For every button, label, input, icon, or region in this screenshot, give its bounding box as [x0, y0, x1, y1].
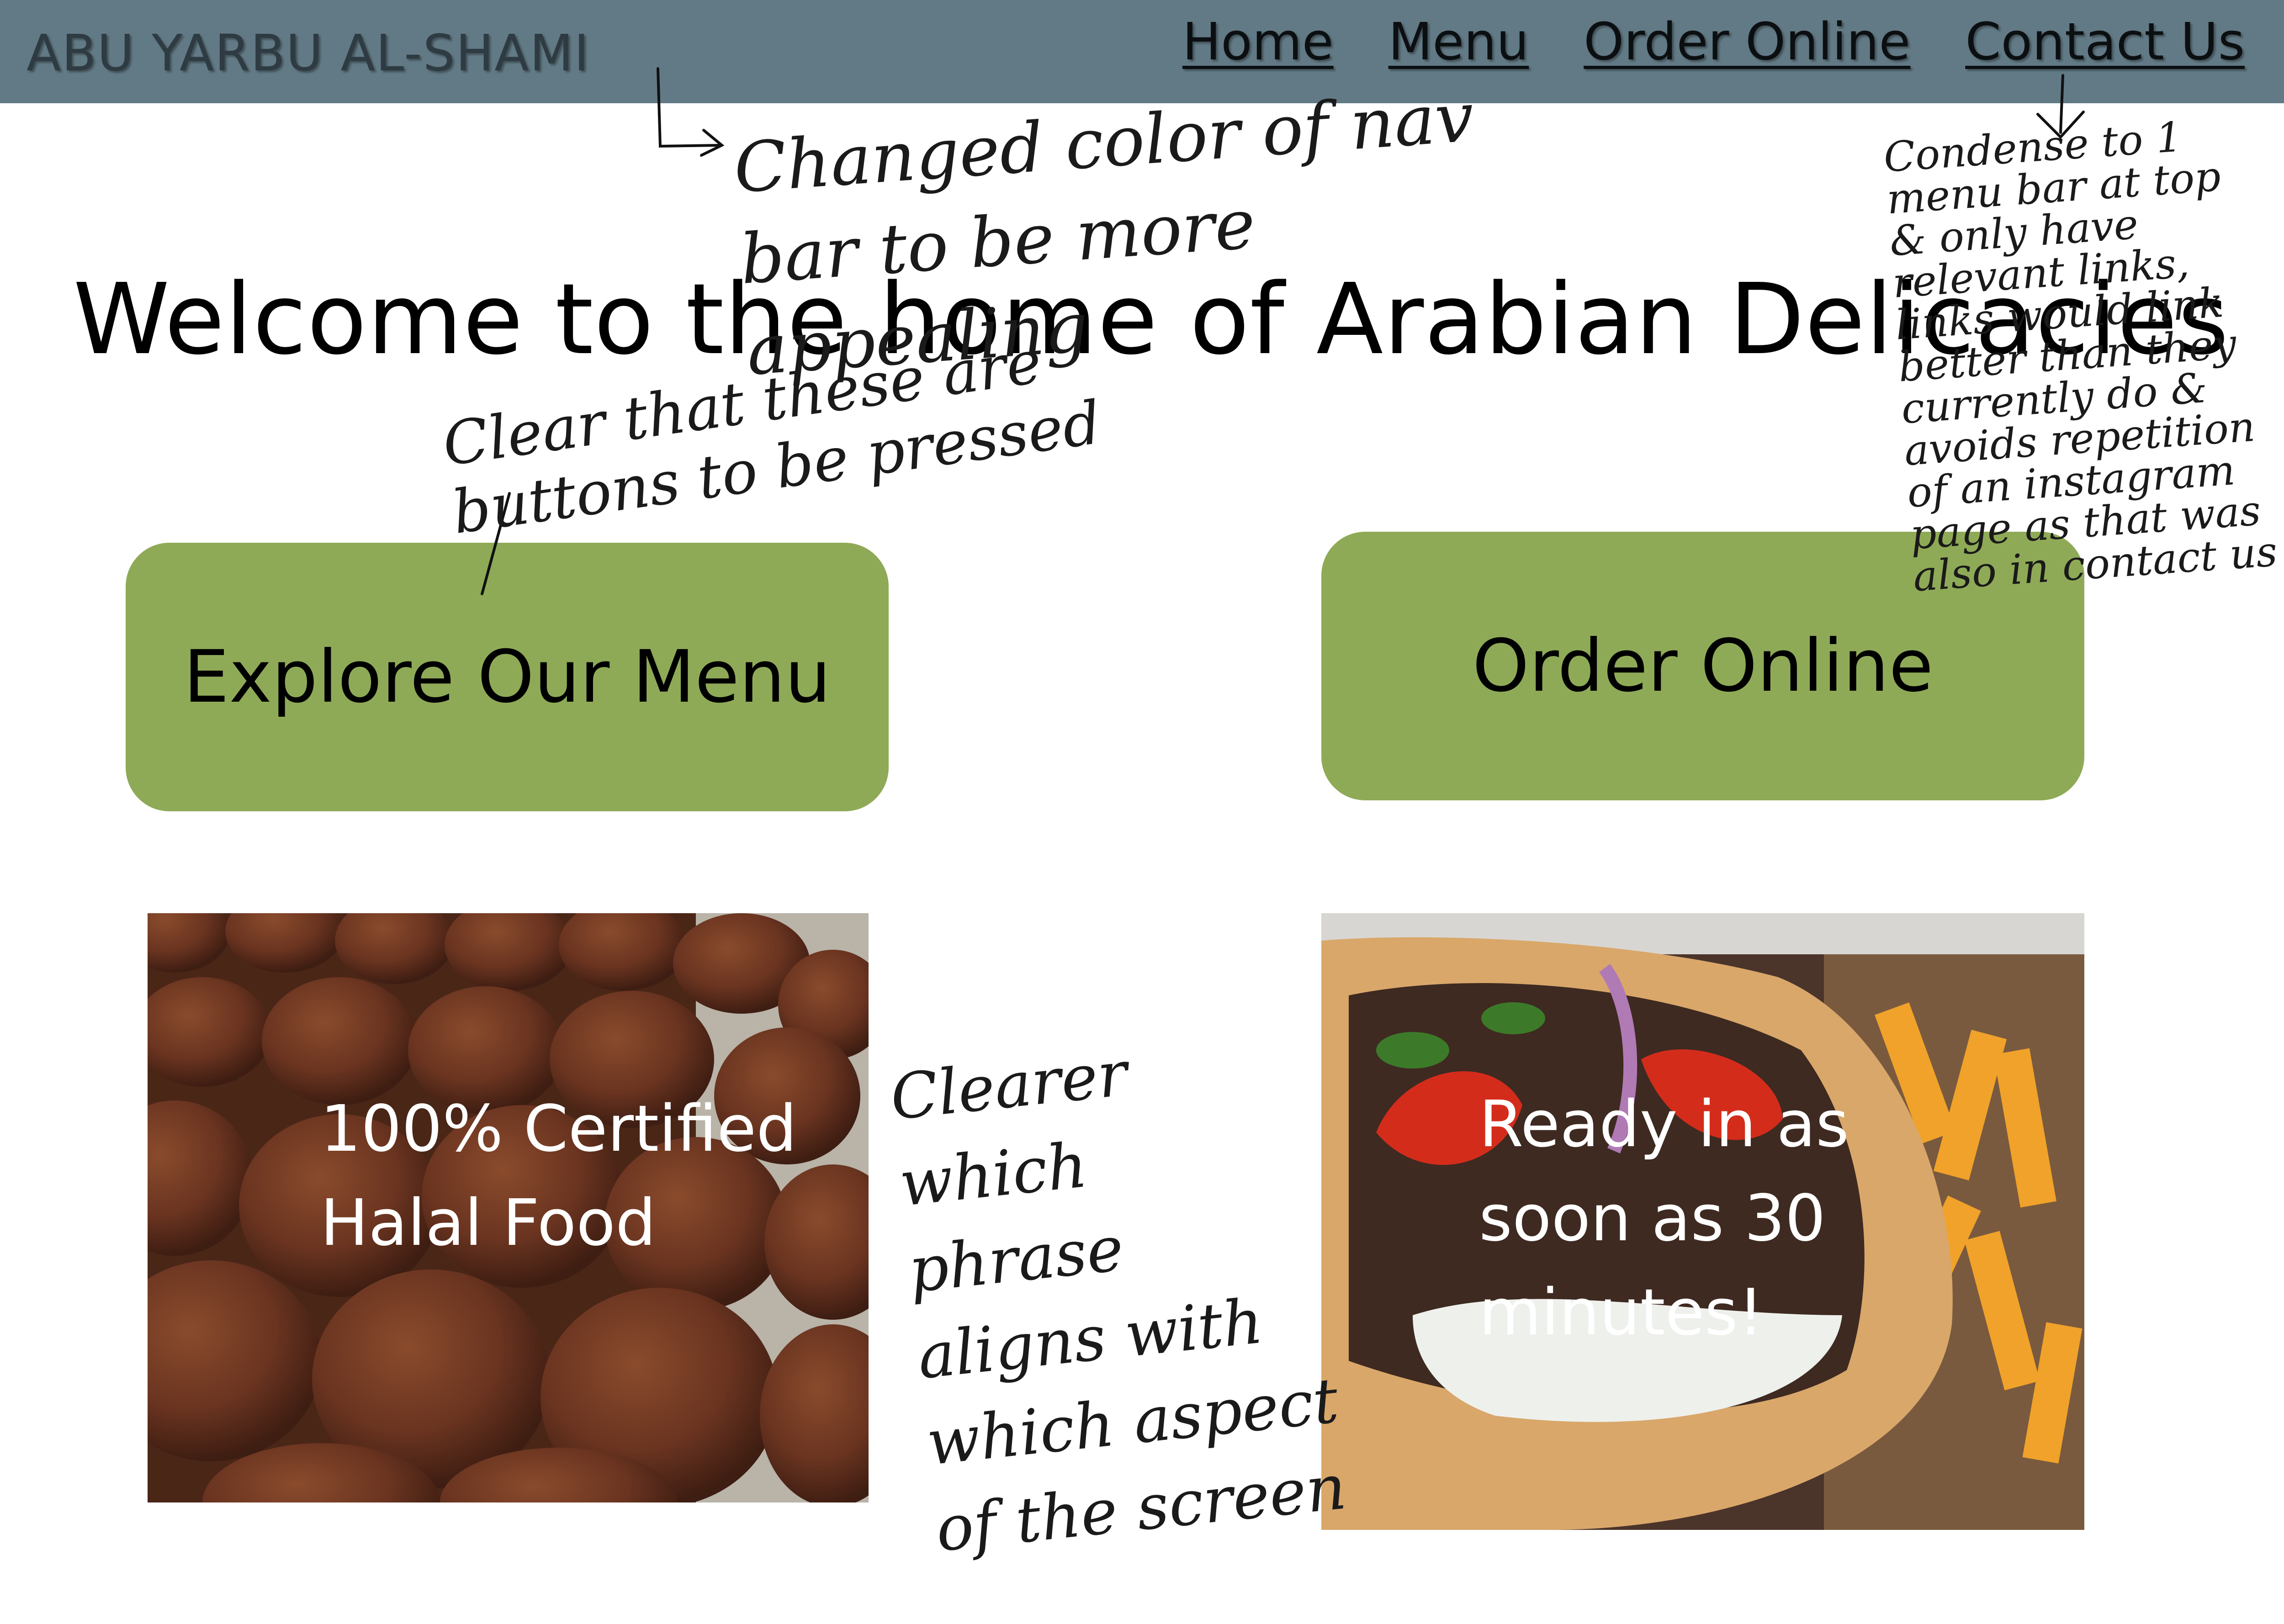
explore-menu-button[interactable]: Explore Our Menu [126, 543, 889, 811]
nav-links: Home Menu Order Online Contact Us [1182, 13, 2245, 71]
annotation-condense-menu: Condense to 1 menu bar at top & only hav… [1882, 113, 2279, 601]
nav-link-order-online[interactable]: Order Online [1584, 13, 1910, 71]
nav-link-home[interactable]: Home [1182, 13, 1334, 71]
falafel-image-card: 100% Certified Halal Food [148, 913, 869, 1502]
nav-bar: ABU YARBU AL-SHAMI Home Menu Order Onlin… [0, 0, 2284, 103]
nav-link-contact-us[interactable]: Contact Us [1965, 13, 2245, 71]
falafel-caption: 100% Certified Halal Food [320, 1092, 797, 1260]
shawarma-image-card: Ready in as soon as 30 minutes! [1321, 913, 2084, 1530]
annotation-clearer-phrase: Clearer which phrase aligns with which a… [887, 1037, 1350, 1566]
annotation-nav-color: Changed color of nav bar to be more appe… [731, 77, 1477, 391]
shawarma-caption: Ready in as soon as 30 minutes! [1479, 1087, 1849, 1350]
site-brand[interactable]: ABU YARBU AL-SHAMI [26, 25, 590, 81]
nav-link-menu[interactable]: Menu [1388, 13, 1529, 71]
